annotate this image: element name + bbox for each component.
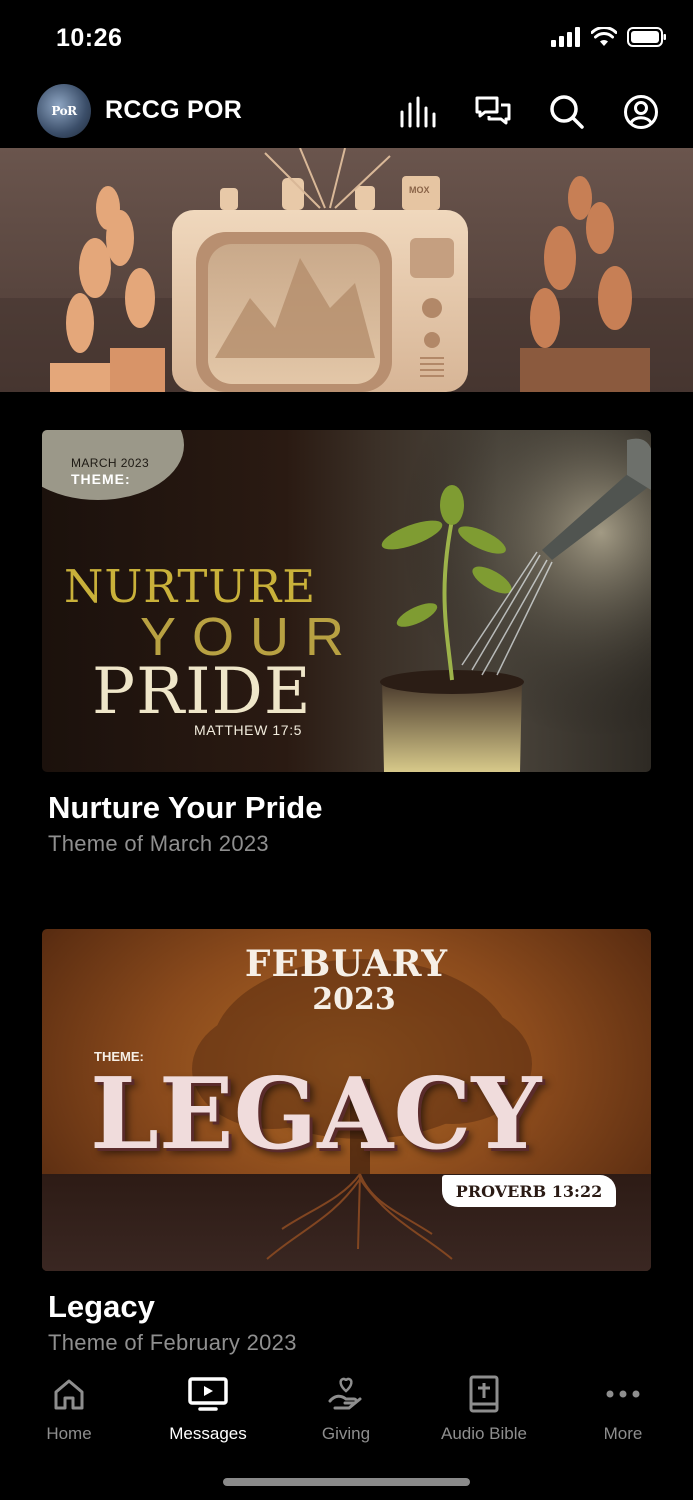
tv-label: MOX	[409, 185, 430, 195]
cellular-signal-icon	[551, 27, 580, 47]
message-title[interactable]: Legacy	[48, 1289, 651, 1325]
badge-label: THEME:	[71, 471, 131, 487]
art-theme-word: LEGACY	[90, 1057, 542, 1172]
art-year: 2023	[312, 982, 396, 1017]
profile-button[interactable]	[619, 90, 663, 134]
art-verse: PROVERB 13:22	[455, 1181, 603, 1201]
logo-text: PoR	[51, 104, 77, 118]
status-icons	[551, 27, 667, 47]
bible-icon	[469, 1375, 499, 1413]
badge-month: MARCH 2023	[71, 456, 150, 470]
message-subtitle: Theme of February 2023	[48, 1330, 297, 1355]
nav-label: More	[603, 1424, 643, 1443]
wifi-icon	[591, 27, 617, 46]
nav-item-home[interactable]: Home	[9, 1372, 129, 1444]
nav-item-audio-bible[interactable]: Audio Bible	[424, 1372, 544, 1444]
home-icon	[54, 1379, 84, 1410]
nav-label: Home	[46, 1424, 92, 1443]
nav-item-messages[interactable]: Messages	[148, 1372, 268, 1444]
verse-box: PROVERB 13:22	[442, 1175, 616, 1207]
app-title: RCCG POR	[105, 96, 243, 124]
status-time: 10:26	[56, 24, 123, 52]
search-button[interactable]	[545, 90, 589, 134]
giving-icon	[328, 1377, 362, 1410]
nav-item-more[interactable]: More	[563, 1372, 683, 1444]
message-subtitle: Theme of March 2023	[48, 831, 269, 856]
more-icon	[606, 1390, 640, 1398]
nav-label: Audio Bible	[440, 1424, 527, 1443]
bottom-nav: Home Messages Giving Audio Bible More	[0, 1362, 693, 1472]
chat-icon	[475, 96, 511, 125]
art-month: FEBUARY	[244, 943, 449, 985]
search-icon	[550, 95, 584, 129]
nav-label: Messages	[169, 1424, 247, 1443]
tv-icon	[188, 1377, 228, 1411]
message-title[interactable]: Nurture Your Pride	[48, 790, 651, 826]
hero-illustration: MOX	[0, 148, 693, 392]
live-audio-button[interactable]	[397, 90, 441, 134]
message-artwork[interactable]: MARCH 2023 THEME: NURTURE YOUR PRIDE MAT…	[42, 430, 651, 772]
message-artwork[interactable]: FEBUARY 2023 THEME: LEGACY PROVERB 13:22	[42, 929, 651, 1271]
art-verse: MATTHEW 17:5	[194, 722, 303, 738]
art-title-line3: PRIDE	[92, 655, 312, 729]
chat-button[interactable]	[471, 90, 515, 134]
message-card[interactable]: FEBUARY 2023 THEME: LEGACY PROVERB 13:22…	[42, 929, 651, 1356]
home-indicator[interactable]	[223, 1478, 470, 1486]
live-audio-icon	[400, 96, 436, 128]
profile-icon	[624, 95, 658, 129]
hero-banner: MOX	[0, 148, 693, 392]
message-card[interactable]: MARCH 2023 THEME: NURTURE YOUR PRIDE MAT…	[42, 430, 651, 857]
nav-label: Giving	[321, 1424, 371, 1443]
nav-item-giving[interactable]: Giving	[286, 1372, 406, 1444]
app-header: PoR RCCG POR	[0, 76, 693, 148]
header-actions	[397, 90, 663, 134]
church-logo[interactable]: PoR	[37, 84, 91, 138]
status-bar: 10:26	[0, 0, 693, 76]
battery-icon	[627, 27, 666, 47]
